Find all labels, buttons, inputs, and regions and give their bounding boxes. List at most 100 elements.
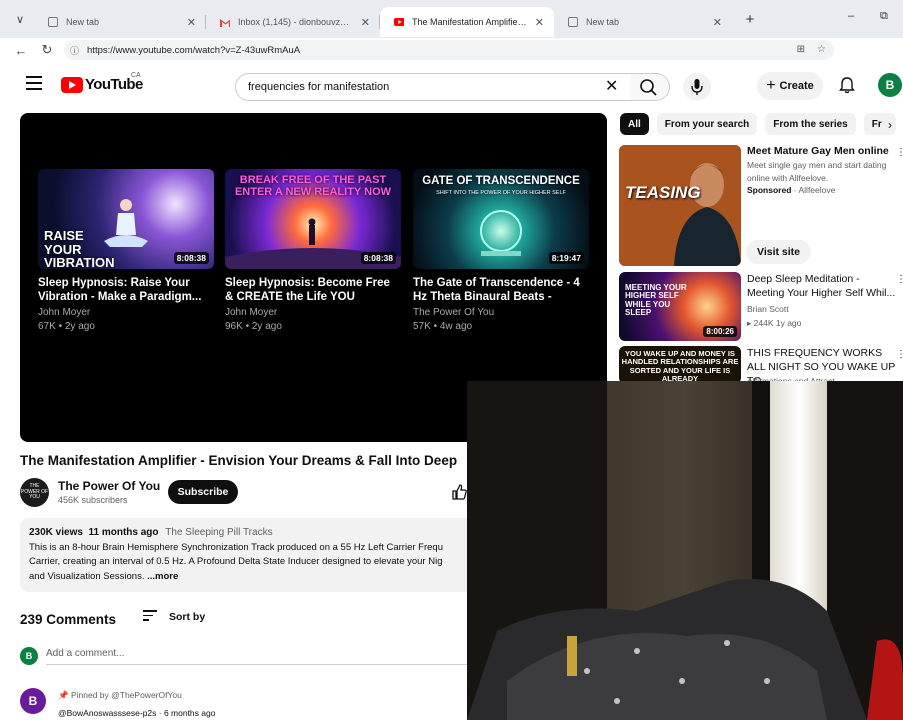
create-button[interactable]: + Create: [757, 72, 823, 100]
browser-tab-bar: ∨ New tab ✕ Inbox (1,145) - dionbouvz@gm…: [0, 0, 903, 38]
endscreen-meta: 57K • 4w ago: [413, 321, 473, 332]
search-icon: [640, 79, 657, 96]
close-icon[interactable]: ✕: [187, 16, 196, 29]
close-icon[interactable]: ✕: [535, 16, 544, 29]
recommendation-thumbnail[interactable]: MEETING YOUR HIGHER SELF WHILE YOU SLEEP…: [619, 272, 741, 341]
tab-title: The Manifestation Amplifier - Envi...: [412, 17, 529, 27]
ad-title[interactable]: Meet Mature Gay Men online: [747, 145, 889, 157]
more-options-icon[interactable]: ⋮: [896, 147, 903, 158]
site-info-icon[interactable]: ⓘ: [70, 44, 79, 57]
recommendation-title[interactable]: Deep Sleep Meditation - Meeting Your Hig…: [747, 272, 899, 300]
youtube-icon: [394, 17, 404, 27]
endscreen-meta: 96K • 2y ago: [225, 321, 282, 332]
new-tab-plus-icon[interactable]: +: [738, 7, 762, 31]
like-icon[interactable]: [450, 483, 468, 506]
ad-thumbnail-text: TEASING: [625, 183, 701, 202]
tab-youtube-active[interactable]: The Manifestation Amplifier - Envi... ✕: [380, 7, 554, 37]
close-icon[interactable]: ✕: [713, 16, 722, 29]
clear-search-icon[interactable]: ✕: [605, 76, 618, 96]
subscriber-count: 456K subscribers: [58, 495, 128, 505]
sort-label: Sort by: [169, 610, 206, 623]
notifications-bell-icon[interactable]: [838, 76, 856, 99]
channel-name[interactable]: The Power Of You: [58, 479, 160, 493]
channel-avatar[interactable]: THE POWER OF YOU: [20, 478, 49, 507]
video-meta: 230K views 11 months ago The Sleeping Pi…: [29, 526, 481, 541]
endscreen-channel: John Moyer: [225, 307, 278, 318]
restore-icon[interactable]: ⧉: [880, 10, 888, 23]
search-button[interactable]: [630, 73, 670, 101]
youtube-header: YouTube CA frequencies for manifestation…: [0, 62, 903, 106]
endscreen-title: Sleep Hypnosis: Become Free & CREATE the…: [225, 277, 390, 303]
pinned-comment-avatar[interactable]: B: [20, 688, 46, 714]
more-options-icon[interactable]: ⋮: [896, 274, 903, 285]
voice-search-button[interactable]: [683, 73, 711, 101]
thumbnail-subtext: SHIFT INTO THE POWER OF YOUR HIGHER SELF: [436, 190, 566, 196]
chip-from-the-series[interactable]: From the series: [765, 113, 856, 135]
recommendation-channel[interactable]: Brian Scott: [747, 304, 789, 314]
more-options-icon[interactable]: ⋮: [896, 349, 903, 360]
plus-icon: +: [766, 77, 776, 94]
endscreen-channel: John Moyer: [38, 307, 91, 318]
thumbnail-text: GATE OF TRANSCENDENCE: [422, 175, 580, 187]
duration-badge: 8:08:38: [360, 252, 396, 264]
account-avatar[interactable]: B: [878, 73, 902, 97]
tab-list-dropdown-icon[interactable]: ∨: [6, 5, 34, 33]
endscreen-video-card[interactable]: GATE OF TRANSCENDENCE SHIFT INTO THE POW…: [413, 169, 589, 332]
duration-badge: 8:08:38: [173, 252, 209, 264]
minimize-icon[interactable]: –: [848, 10, 854, 22]
endscreen-meta: 67K • 2y ago: [38, 321, 95, 332]
subscribe-button[interactable]: Subscribe: [168, 480, 238, 504]
description-line-last: and Visualization Sessions. ...more: [29, 570, 179, 582]
visit-site-button[interactable]: Visit site: [746, 240, 811, 264]
description-box[interactable]: 230K views 11 months ago The Sleeping Pi…: [20, 518, 490, 592]
duration-badge: 8:00:26: [703, 326, 737, 337]
tab-title: Inbox (1,145) - dionbouvz@gmail...: [238, 17, 355, 27]
video-title: The Manifestation Amplifier - Envision Y…: [20, 453, 458, 468]
reload-icon[interactable]: ↻: [34, 39, 60, 61]
tab-new-tab-1[interactable]: New tab ✕: [34, 7, 206, 37]
apps-icon[interactable]: ⊞: [797, 44, 805, 55]
close-icon[interactable]: ✕: [361, 16, 370, 29]
microphone-icon: [691, 79, 703, 95]
live-view-icon: ▸: [747, 318, 754, 328]
tab-gmail[interactable]: Inbox (1,145) - dionbouvz@gmail... ✕: [206, 7, 380, 37]
comments-count: 239 Comments: [20, 612, 117, 627]
filter-chips: All From your search From the series Fr: [620, 113, 896, 135]
back-arrow-icon[interactable]: ←: [8, 39, 34, 61]
duration-badge: 8:19:47: [548, 252, 584, 264]
chip-from-your-search[interactable]: From your search: [656, 113, 758, 135]
endscreen-title: The Gate of Transcendence - 4 Hz Theta B…: [413, 277, 580, 303]
ad-description: Meet single gay men and start dating onl…: [747, 160, 887, 183]
chip-all[interactable]: All: [620, 113, 649, 135]
webcam-feed-image: [467, 381, 903, 720]
url-bar[interactable]: ⓘ https://www.youtube.com/watch?v=Z-43uw…: [64, 40, 834, 60]
show-more-link[interactable]: ...more: [147, 571, 178, 582]
description-line: Carrier, creating an interval of 0.5 Hz.…: [29, 556, 443, 567]
youtube-play-icon: [61, 76, 83, 93]
add-comment-input[interactable]: Add a comment...: [46, 648, 124, 659]
search-input[interactable]: frequencies for manifestation: [235, 73, 631, 101]
pinned-comment-author[interactable]: @BowAnoswasssese-p2s · 6 months ago: [58, 708, 215, 718]
chevron-right-icon[interactable]: ›: [888, 118, 892, 132]
description-line: This is an 8-hour Brain Hemisphere Synch…: [29, 541, 443, 553]
commenter-avatar: B: [20, 647, 38, 665]
bookmark-star-icon[interactable]: ☆: [817, 44, 826, 55]
ad-thumbnail[interactable]: TEASING: [619, 145, 741, 266]
region-code: CA: [131, 72, 141, 79]
endscreen-video-card[interactable]: BREAK FREE OF THE PAST ENTER A NEW REALI…: [225, 169, 401, 332]
new-tab-icon: [48, 17, 58, 27]
upload-age: 11 months ago: [88, 527, 159, 538]
thumbnail-text: YOU WAKE UP AND MONEY IS HANDLED RELATIO…: [621, 349, 739, 383]
video-thumbnail: BREAK FREE OF THE PAST ENTER A NEW REALI…: [225, 169, 401, 269]
endscreen-channel: The Power Of You: [413, 307, 495, 318]
sort-by-button[interactable]: Sort by: [143, 610, 205, 624]
menu-icon[interactable]: [26, 76, 42, 94]
endscreen-video-card[interactable]: RAISE YOUR VIBRATION 8:08:38 Sleep Hypno…: [38, 169, 214, 332]
video-tag[interactable]: The Sleeping Pill Tracks: [165, 527, 272, 538]
search-query: frequencies for manifestation: [248, 81, 390, 93]
pin-icon: 📌: [58, 690, 69, 700]
tab-new-tab-2[interactable]: New tab ✕: [554, 7, 732, 37]
recommendation-meta: ▸ 244K 1y ago: [747, 318, 802, 328]
view-count: 230K views: [29, 527, 83, 538]
recommendation-thumbnail[interactable]: YOU WAKE UP AND MONEY IS HANDLED RELATIO…: [619, 346, 741, 384]
